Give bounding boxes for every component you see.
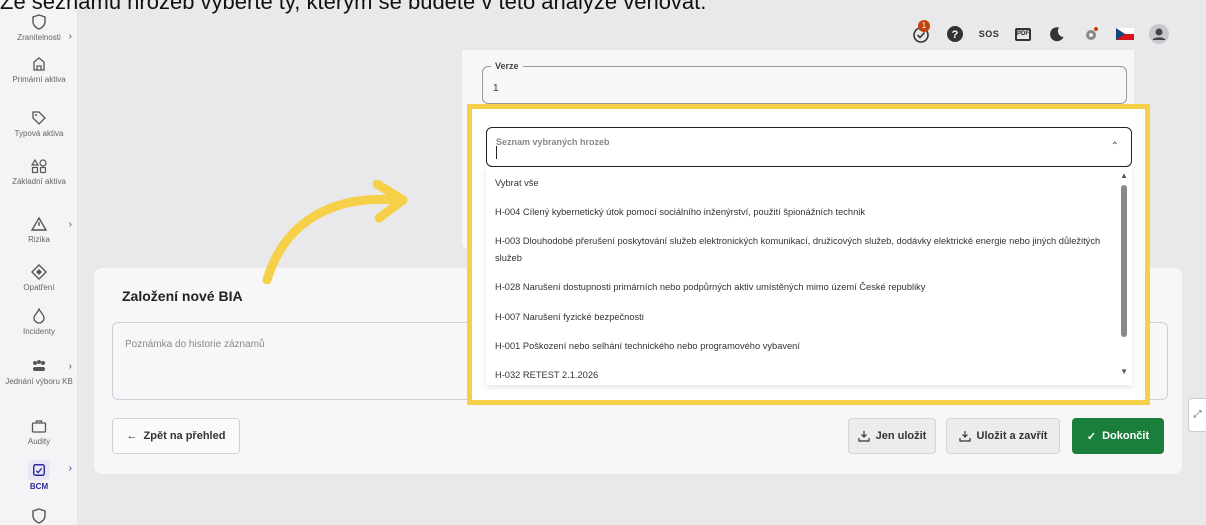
sidebar-item-label: Incidenty: [22, 327, 56, 336]
sidebar-item-opatreni[interactable]: Opatření: [0, 264, 78, 293]
sidebar-item-zranitelnosti[interactable]: Zranitelnosti ›: [0, 14, 78, 43]
diamond-icon: [31, 264, 47, 280]
text-cursor: [496, 146, 497, 159]
sidebar-item-bcm[interactable]: BCM ›: [0, 460, 78, 492]
option-h003[interactable]: H-003 Dlouhodobé přerušení poskytování s…: [495, 233, 1105, 267]
sidebar-item-more[interactable]: [0, 508, 78, 525]
czech-flag-icon: [1116, 28, 1134, 40]
topbar: 1 ? SOS PDF: [904, 20, 1176, 46]
avatar-icon: [1149, 24, 1169, 44]
verze-label: Verze: [491, 61, 523, 71]
shapes-icon: [31, 158, 47, 174]
scroll-down-icon[interactable]: ▼: [1120, 367, 1128, 376]
bcm-icon: [28, 460, 50, 480]
save-label: Jen uložit: [875, 430, 927, 442]
sidebar: Zranitelnosti › Primární aktiva Typová a…: [0, 0, 78, 525]
sidebar-item-label: Jednání výboru KB: [5, 377, 73, 386]
moon-icon: [1050, 27, 1064, 42]
sidebar-item-label: Typová aktiva: [14, 129, 64, 138]
option-h032[interactable]: H-032 RETEST 2.1.2026: [495, 367, 1105, 384]
option-h007[interactable]: H-007 Narušení fyzické bezpečnosti: [495, 309, 1105, 326]
side-panel-toggle[interactable]: ⤢: [1188, 398, 1206, 432]
threat-options-list: Vybrat vše H-004 Cílený kybernetický úto…: [486, 167, 1132, 385]
scrollbar-thumb[interactable]: [1121, 185, 1127, 337]
chevron-up-icon[interactable]: ⌃: [1111, 141, 1119, 152]
sidebar-item-label: Audity: [27, 437, 51, 446]
chevron-right-icon: ›: [68, 361, 72, 372]
check-icon: ✓: [1086, 430, 1097, 443]
instruction-caption: Ze seznamu hrozeb vyberte ty, kterým se …: [0, 0, 707, 14]
save-close-button[interactable]: Uložit a zavřít: [946, 418, 1060, 454]
warning-icon: [31, 216, 47, 231]
sidebar-item-audity[interactable]: Audity: [0, 418, 78, 447]
back-button[interactable]: ← Zpět na přehled: [112, 418, 240, 454]
sidebar-item-primarni-aktiva[interactable]: Primární aktiva: [0, 56, 78, 85]
sidebar-item-typova-aktiva[interactable]: Typová aktiva: [0, 110, 78, 139]
sidebar-item-label: Rizika: [28, 235, 50, 244]
threat-select-placeholder: Seznam vybraných hrozeb: [496, 137, 610, 147]
scroll-up-icon[interactable]: ▲: [1120, 171, 1128, 180]
verze-value: 1: [493, 83, 499, 94]
sos-label: SOS: [978, 29, 1000, 39]
fire-icon: [33, 308, 45, 324]
pdf-button[interactable]: PDF: [1006, 22, 1040, 46]
verze-field[interactable]: Verze 1: [482, 61, 1127, 104]
group-icon: [33, 360, 45, 371]
sidebar-item-incidenty[interactable]: Incidenty: [0, 308, 78, 337]
download-icon: [858, 431, 870, 442]
help-button[interactable]: ?: [938, 22, 972, 46]
chevron-right-icon: ›: [68, 219, 72, 230]
briefcase-icon: [31, 420, 47, 433]
sidebar-item-label: Primární aktiva: [12, 75, 66, 84]
gear-icon: [1086, 27, 1098, 40]
pdf-icon: PDF: [1015, 27, 1031, 41]
language-button[interactable]: [1108, 22, 1142, 46]
help-icon: ?: [947, 26, 963, 42]
option-h001[interactable]: H-001 Poškození nebo selhání technického…: [495, 338, 1105, 355]
option-select-all[interactable]: Vybrat vše: [495, 175, 1105, 192]
arrow-left-icon: ←: [126, 430, 138, 442]
sidebar-item-label: Opatření: [23, 283, 55, 292]
settings-button[interactable]: [1074, 22, 1108, 46]
back-label: Zpět na přehled: [143, 430, 226, 442]
sidebar-item-label: Zranitelnosti: [17, 33, 61, 42]
building-icon: [33, 57, 45, 71]
tasks-button[interactable]: 1: [904, 20, 938, 46]
user-menu-button[interactable]: [1142, 22, 1176, 46]
chevron-right-icon: ›: [68, 31, 72, 42]
save-close-label: Uložit a zavřít: [976, 430, 1048, 442]
history-note-placeholder: Poznámka do historie záznamů: [125, 339, 265, 350]
option-h028[interactable]: H-028 Narušení dostupnosti primárních ne…: [495, 279, 1105, 296]
finish-label: Dokončit: [1102, 430, 1150, 442]
chevron-right-icon: ›: [68, 463, 72, 474]
save-button[interactable]: Jen uložit: [848, 418, 936, 454]
highlight-frame: Seznam vybraných hrozeb ⌃ Vybrat vše H-0…: [467, 104, 1150, 405]
svg-text:?: ?: [952, 29, 959, 41]
annotation-arrow-icon: [262, 180, 408, 285]
page-title: Založení nové BIA: [122, 288, 243, 304]
sidebar-item-zakladni-aktiva[interactable]: Základní aktiva: [0, 158, 78, 187]
sidebar-item-rizika[interactable]: Rizika ›: [0, 216, 78, 245]
finish-button[interactable]: ✓ Dokončit: [1072, 418, 1164, 454]
shield-icon: [32, 508, 46, 524]
notification-badge: 1: [918, 20, 930, 32]
expand-icon: ⤢: [1193, 409, 1202, 420]
tag-icon: [32, 111, 46, 125]
sos-button[interactable]: SOS: [972, 22, 1006, 46]
dark-mode-button[interactable]: [1040, 22, 1074, 46]
sidebar-item-label: BCM: [29, 482, 49, 491]
threat-select[interactable]: Seznam vybraných hrozeb ⌃: [486, 127, 1132, 167]
sidebar-item-jednani-vyboru[interactable]: Jednání výboru KB ›: [0, 358, 78, 387]
download-icon: [958, 431, 971, 442]
sidebar-item-label: Základní aktiva: [12, 177, 66, 186]
option-h004[interactable]: H-004 Cílený kybernetický útok pomocí so…: [495, 204, 1105, 221]
